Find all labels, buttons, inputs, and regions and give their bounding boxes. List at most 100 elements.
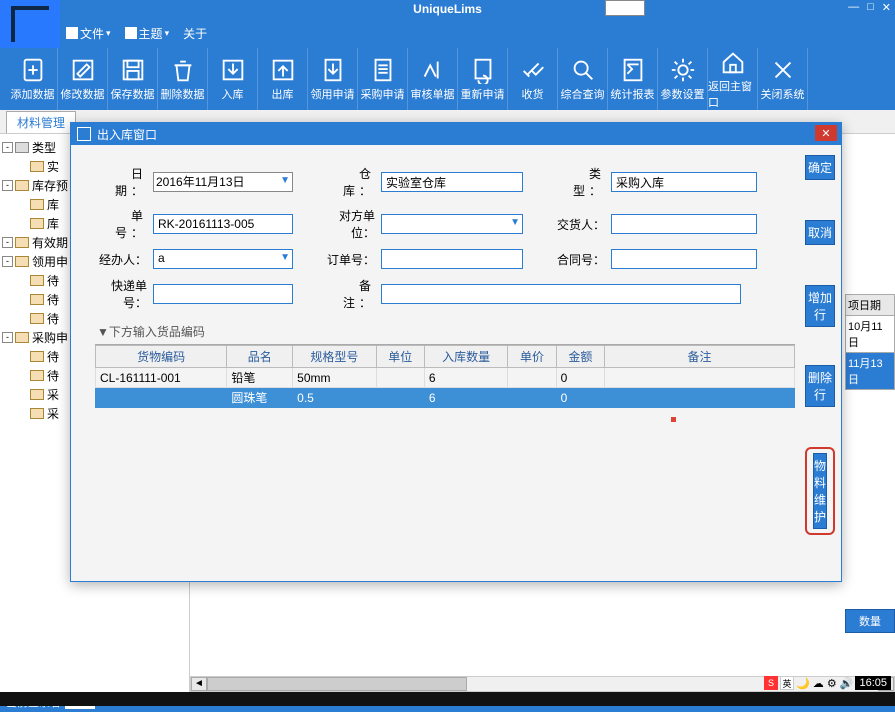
menu-theme[interactable]: 主题▾ — [119, 23, 176, 44]
out-store-icon — [268, 56, 298, 84]
red-dot-indicator — [671, 417, 676, 422]
contract-input[interactable] — [611, 249, 757, 269]
edit-data-icon — [68, 56, 98, 84]
remark-input[interactable] — [381, 284, 741, 304]
table-row[interactable]: CL-161111-001铅笔50mm60 — [96, 368, 795, 388]
receive-apply-icon — [318, 56, 348, 84]
col-header: 规格型号 — [293, 346, 376, 368]
toolbar-out-store[interactable]: 出库 — [258, 48, 308, 110]
dialog-close-button[interactable]: ✕ — [815, 125, 837, 141]
audit-single-icon — [418, 56, 448, 84]
dialog-title: 出入库窗口 — [97, 126, 157, 143]
folder-icon — [15, 332, 29, 343]
material-maint-button[interactable]: 物料维护 — [813, 453, 827, 529]
folder-icon — [15, 256, 29, 267]
type-input[interactable] — [611, 172, 757, 192]
toolbar-in-store[interactable]: 入库 — [208, 48, 258, 110]
toolbar-save-data[interactable]: 保存数据 — [108, 48, 158, 110]
minimize-button[interactable]: — — [848, 1, 859, 14]
folder-icon — [15, 180, 29, 191]
maximize-button[interactable]: □ — [867, 1, 874, 14]
toolbar-edit-data[interactable]: 修改数据 — [58, 48, 108, 110]
folder-icon — [30, 199, 44, 210]
tree-toggle-icon[interactable]: - — [2, 237, 13, 248]
ime-lang[interactable]: 英 — [780, 676, 794, 690]
folder-icon — [30, 408, 44, 419]
toolbar-close-system[interactable]: 关闭系统 — [758, 48, 808, 110]
add-row-button[interactable]: 增加行 — [805, 285, 835, 327]
save-data-icon — [118, 56, 148, 84]
folder-icon — [15, 142, 29, 153]
toolbar-delete-data[interactable]: 删除数据 — [158, 48, 208, 110]
qty-button[interactable]: 数量 — [845, 609, 895, 633]
col-header: 品名 — [227, 346, 293, 368]
system-tray: S 英 🌙 ☁ ⚙ 🔊 16:05 — [764, 676, 891, 690]
folder-icon — [30, 313, 44, 324]
toolbar-recall[interactable]: 收货 — [508, 48, 558, 110]
clock: 16:05 — [855, 676, 891, 690]
tree-toggle-icon[interactable]: - — [2, 332, 13, 343]
background-grid-peek: 项日期 10月11日 11月13日 数量 — [845, 294, 895, 633]
deliverer-input[interactable] — [611, 214, 757, 234]
settings-icon — [668, 56, 698, 84]
other-unit-select[interactable]: ▼ — [381, 214, 523, 234]
tree-toggle-icon[interactable]: - — [2, 256, 13, 267]
col-header: 金额 — [556, 346, 604, 368]
dashboard-toggle[interactable]: ⤢▼ — [605, 0, 645, 16]
home-icon — [718, 48, 748, 76]
taskbar — [0, 692, 895, 706]
recall-icon — [518, 56, 548, 84]
folder-icon — [30, 275, 44, 286]
warehouse-input[interactable] — [381, 172, 523, 192]
delete-data-icon — [168, 56, 198, 84]
col-header: 单价 — [508, 346, 556, 368]
col-header: 备注 — [605, 346, 795, 368]
menu-file[interactable]: 文件▾ — [60, 23, 117, 44]
titlebar: UniqueLims ⤢▼ — □ ✕ — [0, 0, 895, 18]
toolbar-add-data[interactable]: 添加数据 — [8, 48, 58, 110]
delete-row-button[interactable]: 删除行 — [805, 365, 835, 407]
toolbar-settings[interactable]: 参数设置 — [658, 48, 708, 110]
toolbar-receive-apply[interactable]: 领用申请 — [308, 48, 358, 110]
menu-about[interactable]: 关于 — [177, 23, 213, 44]
menubar: 文件▾ 主题▾ 关于 — [0, 18, 895, 48]
folder-icon — [30, 351, 44, 362]
folder-icon — [30, 294, 44, 305]
toolbar-home[interactable]: 返回主窗口 — [708, 48, 758, 110]
toolbar: 添加数据修改数据保存数据删除数据入库出库领用申请采购申请审核单据重新申请收货综合… — [0, 48, 895, 110]
re-apply-icon — [468, 56, 498, 84]
inout-dialog: 出入库窗口 ✕ 日 期： 2016年11月13日▼ 仓 库： 类 型： 单 号：… — [70, 122, 842, 582]
query-icon — [568, 56, 598, 84]
folder-icon — [30, 370, 44, 381]
material-maint-highlight: 物料维护 — [805, 447, 835, 535]
report-icon — [618, 56, 648, 84]
tab-material-manage[interactable]: 材料管理 — [6, 111, 76, 133]
toolbar-purchase-apply[interactable]: 采购申请 — [358, 48, 408, 110]
ok-button[interactable]: 确定 — [805, 155, 835, 180]
dialog-icon — [77, 127, 91, 141]
tree-toggle-icon[interactable]: - — [2, 142, 13, 153]
app-title: UniqueLims — [413, 2, 482, 16]
toolbar-query[interactable]: 综合查询 — [558, 48, 608, 110]
toolbar-re-apply[interactable]: 重新申请 — [458, 48, 508, 110]
table-row[interactable]: 圆珠笔0.560 — [96, 388, 795, 408]
app-logo — [0, 0, 60, 48]
close-button[interactable]: ✕ — [882, 1, 891, 14]
toolbar-audit-single[interactable]: 审核单据 — [408, 48, 458, 110]
handler-select[interactable]: a▼ — [153, 249, 293, 269]
col-header: 入库数量 — [424, 346, 507, 368]
purchase-apply-icon — [368, 56, 398, 84]
folder-icon — [30, 389, 44, 400]
order-no-input[interactable] — [381, 249, 523, 269]
ime-icon[interactable]: S — [764, 676, 778, 690]
tree-toggle-icon[interactable]: - — [2, 180, 13, 191]
no-input[interactable] — [153, 214, 293, 234]
date-select[interactable]: 2016年11月13日▼ — [153, 172, 293, 192]
folder-icon — [30, 218, 44, 229]
folder-icon — [15, 237, 29, 248]
col-header: 单位 — [376, 346, 424, 368]
express-input[interactable] — [153, 284, 293, 304]
toolbar-report[interactable]: 统计报表 — [608, 48, 658, 110]
add-data-icon — [18, 56, 48, 84]
cancel-button[interactable]: 取消 — [805, 220, 835, 245]
